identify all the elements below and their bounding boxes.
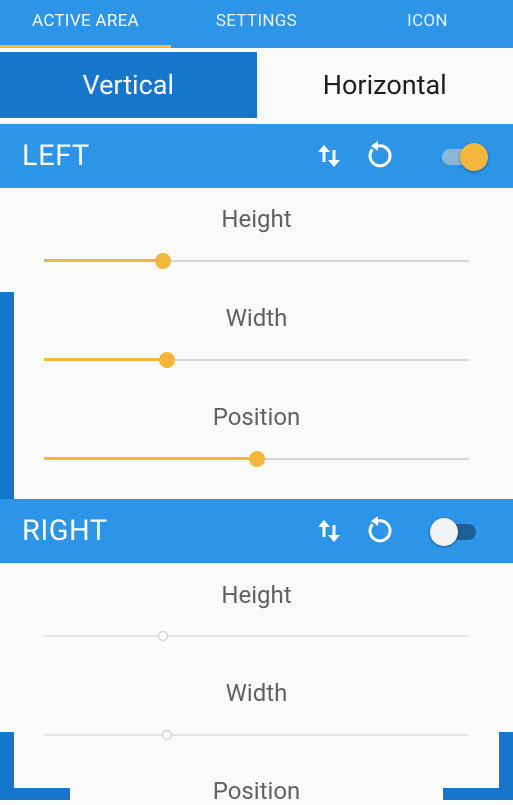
left-height-slider[interactable]	[44, 251, 469, 271]
orientation-toggle: Vertical Horizontal	[0, 52, 513, 118]
slider-thumb[interactable]	[155, 253, 171, 269]
swap-vertical-icon[interactable]	[313, 515, 345, 547]
slider-rail	[44, 635, 469, 637]
slider-thumb[interactable]	[162, 730, 172, 740]
swap-vertical-icon[interactable]	[313, 140, 345, 172]
slider-thumb[interactable]	[158, 631, 168, 641]
slider-fill	[44, 259, 163, 262]
reset-icon[interactable]	[362, 140, 394, 172]
left-enable-toggle[interactable]	[438, 143, 488, 171]
right-section-header: RIGHT	[0, 499, 513, 563]
tab-icon-label: ICON	[407, 11, 448, 31]
toggle-thumb	[460, 143, 488, 171]
right-width-slider[interactable]	[44, 725, 469, 745]
slider-thumb[interactable]	[159, 352, 175, 368]
slider-thumb[interactable]	[249, 451, 265, 467]
right-enable-toggle[interactable]	[430, 518, 480, 546]
reset-icon[interactable]	[362, 515, 394, 547]
right-height-slider[interactable]	[44, 626, 469, 646]
left-width-slider[interactable]	[44, 350, 469, 370]
right-position-label: Position	[0, 777, 513, 805]
left-section-header: LEFT	[0, 124, 513, 188]
slider-fill	[44, 457, 257, 460]
right-height-label: Height	[0, 581, 513, 609]
left-position-slider[interactable]	[44, 449, 469, 469]
tab-settings[interactable]: SETTINGS	[171, 0, 342, 48]
tab-active-area[interactable]: ACTIVE AREA	[0, 0, 171, 48]
left-position-label: Position	[0, 403, 513, 431]
tab-bar: ACTIVE AREA SETTINGS ICON	[0, 0, 513, 48]
tab-icon[interactable]: ICON	[342, 0, 513, 48]
slider-fill	[44, 358, 167, 361]
vertical-option[interactable]: Vertical	[0, 52, 257, 118]
tab-indicator	[0, 45, 171, 48]
right-width-label: Width	[0, 679, 513, 707]
tab-active-area-label: ACTIVE AREA	[32, 11, 139, 31]
toggle-thumb	[430, 518, 458, 546]
slider-rail	[44, 734, 469, 736]
left-width-label: Width	[0, 304, 513, 332]
tab-settings-label: SETTINGS	[216, 11, 297, 31]
left-height-label: Height	[0, 205, 513, 233]
horizontal-option[interactable]: Horizontal	[257, 52, 513, 118]
